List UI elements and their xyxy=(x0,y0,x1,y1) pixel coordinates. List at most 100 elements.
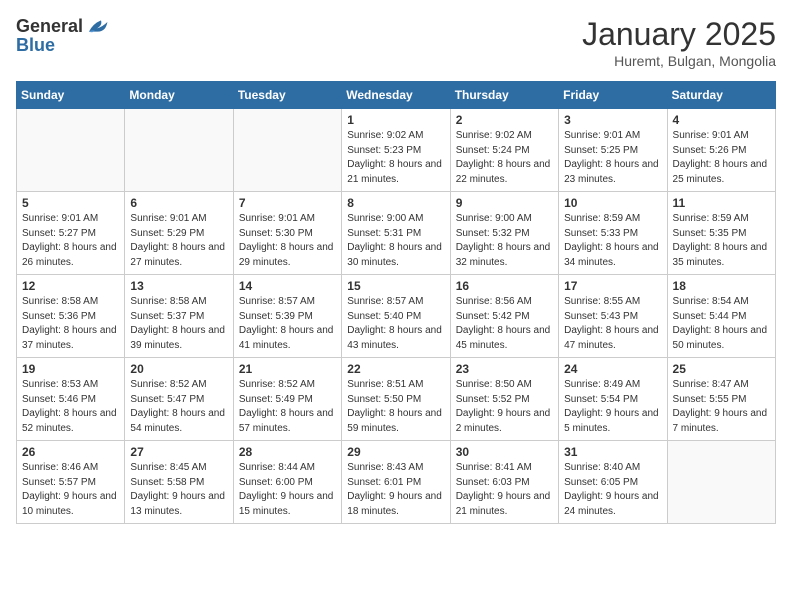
calendar-cell: 1Sunrise: 9:02 AM Sunset: 5:23 PM Daylig… xyxy=(342,109,450,192)
day-number: 21 xyxy=(239,362,336,376)
day-number: 15 xyxy=(347,279,444,293)
day-info: Sunrise: 8:58 AM Sunset: 5:36 PM Dayligh… xyxy=(22,295,119,353)
day-number: 6 xyxy=(130,196,227,210)
day-number: 3 xyxy=(564,113,661,127)
day-info: Sunrise: 9:01 AM Sunset: 5:27 PM Dayligh… xyxy=(22,212,119,270)
day-info: Sunrise: 8:59 AM Sunset: 5:35 PM Dayligh… xyxy=(673,212,770,270)
day-number: 22 xyxy=(347,362,444,376)
logo-bird-icon xyxy=(85,16,109,36)
day-info: Sunrise: 8:53 AM Sunset: 5:46 PM Dayligh… xyxy=(22,378,119,436)
day-info: Sunrise: 8:51 AM Sunset: 5:50 PM Dayligh… xyxy=(347,378,444,436)
calendar-cell: 7 Sunrise: 9:01 AM Sunset: 5:30 PM Daylig… xyxy=(233,192,341,275)
title-block: January 2025 Huremt, Bulgan, Mongolia xyxy=(582,16,776,69)
day-number: 13 xyxy=(130,279,227,293)
day-info: Sunrise: 8:45 AM Sunset: 5:58 PM Dayligh… xyxy=(130,461,227,519)
day-number: 4 xyxy=(673,113,770,127)
calendar-cell: 21 Sunrise: 8:52 AM Sunset: 5:49 PM Dayli… xyxy=(233,358,341,441)
calendar-cell: 3 Sunrise: 9:01 AM Sunset: 5:25 PM Daylig… xyxy=(559,109,667,192)
day-number: 31 xyxy=(564,445,661,459)
calendar-cell: 28 Sunrise: 8:44 AM Sunset: 6:00 PM Dayli… xyxy=(233,441,341,524)
calendar-cell xyxy=(125,109,233,192)
day-info: Sunrise: 8:46 AM Sunset: 5:57 PM Dayligh… xyxy=(22,461,119,519)
day-number: 17 xyxy=(564,279,661,293)
day-number: 18 xyxy=(673,279,770,293)
day-info: Sunrise: 8:49 AM Sunset: 5:54 PM Dayligh… xyxy=(564,378,661,436)
day-number: 28 xyxy=(239,445,336,459)
day-info: Sunrise: 8:57 AM Sunset: 5:40 PM Dayligh… xyxy=(347,295,444,353)
day-number: 16 xyxy=(456,279,553,293)
month-title: January 2025 xyxy=(582,16,776,53)
calendar-cell xyxy=(17,109,125,192)
day-number: 19 xyxy=(22,362,119,376)
weekday-header-wednesday: Wednesday xyxy=(342,82,450,109)
location-title: Huremt, Bulgan, Mongolia xyxy=(582,53,776,69)
calendar-cell: 5 Sunrise: 9:01 AM Sunset: 5:27 PM Daylig… xyxy=(17,192,125,275)
day-number: 23 xyxy=(456,362,553,376)
day-number: 9 xyxy=(456,196,553,210)
calendar-cell: 23 Sunrise: 8:50 AM Sunset: 5:52 PM Dayli… xyxy=(450,358,558,441)
day-number: 2 xyxy=(456,113,553,127)
day-number: 14 xyxy=(239,279,336,293)
weekday-header-thursday: Thursday xyxy=(450,82,558,109)
calendar-cell: 13Sunrise: 8:58 AM Sunset: 5:37 PM Dayli… xyxy=(125,275,233,358)
day-info: Sunrise: 9:02 AM Sunset: 5:24 PM Dayligh… xyxy=(456,129,553,187)
calendar-cell: 26Sunrise: 8:46 AM Sunset: 5:57 PM Dayli… xyxy=(17,441,125,524)
calendar-cell: 18 Sunrise: 8:54 AM Sunset: 5:44 PM Dayli… xyxy=(667,275,775,358)
calendar-cell: 29Sunrise: 8:43 AM Sunset: 6:01 PM Dayli… xyxy=(342,441,450,524)
week-row-5: 26Sunrise: 8:46 AM Sunset: 5:57 PM Dayli… xyxy=(17,441,776,524)
day-info: Sunrise: 9:00 AM Sunset: 5:32 PM Dayligh… xyxy=(456,212,553,270)
day-number: 25 xyxy=(673,362,770,376)
calendar-cell xyxy=(233,109,341,192)
day-number: 30 xyxy=(456,445,553,459)
calendar-cell: 25 Sunrise: 8:47 AM Sunset: 5:55 PM Dayli… xyxy=(667,358,775,441)
week-row-1: 1Sunrise: 9:02 AM Sunset: 5:23 PM Daylig… xyxy=(17,109,776,192)
calendar-cell: 17 Sunrise: 8:55 AM Sunset: 5:43 PM Dayli… xyxy=(559,275,667,358)
week-row-3: 12 Sunrise: 8:58 AM Sunset: 5:36 PM Dayli… xyxy=(17,275,776,358)
calendar-cell: 4 Sunrise: 9:01 AM Sunset: 5:26 PM Daylig… xyxy=(667,109,775,192)
weekday-header-sunday: Sunday xyxy=(17,82,125,109)
calendar-cell: 14Sunrise: 8:57 AM Sunset: 5:39 PM Dayli… xyxy=(233,275,341,358)
calendar-cell: 24Sunrise: 8:49 AM Sunset: 5:54 PM Dayli… xyxy=(559,358,667,441)
day-info: Sunrise: 9:01 AM Sunset: 5:26 PM Dayligh… xyxy=(673,129,770,187)
day-number: 27 xyxy=(130,445,227,459)
day-info: Sunrise: 8:41 AM Sunset: 6:03 PM Dayligh… xyxy=(456,461,553,519)
logo-blue: Blue xyxy=(16,36,109,54)
calendar-cell: 6 Sunrise: 9:01 AM Sunset: 5:29 PM Daylig… xyxy=(125,192,233,275)
day-info: Sunrise: 9:01 AM Sunset: 5:25 PM Dayligh… xyxy=(564,129,661,187)
calendar-cell: 20Sunrise: 8:52 AM Sunset: 5:47 PM Dayli… xyxy=(125,358,233,441)
calendar-table: SundayMondayTuesdayWednesdayThursdayFrid… xyxy=(16,81,776,524)
calendar-cell: 31 Sunrise: 8:40 AM Sunset: 6:05 PM Dayli… xyxy=(559,441,667,524)
calendar-cell: 12 Sunrise: 8:58 AM Sunset: 5:36 PM Dayli… xyxy=(17,275,125,358)
day-info: Sunrise: 8:52 AM Sunset: 5:49 PM Dayligh… xyxy=(239,378,336,436)
day-number: 1 xyxy=(347,113,444,127)
calendar-cell: 9 Sunrise: 9:00 AM Sunset: 5:32 PM Daylig… xyxy=(450,192,558,275)
day-info: Sunrise: 8:47 AM Sunset: 5:55 PM Dayligh… xyxy=(673,378,770,436)
day-info: Sunrise: 9:01 AM Sunset: 5:30 PM Dayligh… xyxy=(239,212,336,270)
day-info: Sunrise: 8:44 AM Sunset: 6:00 PM Dayligh… xyxy=(239,461,336,519)
day-info: Sunrise: 8:59 AM Sunset: 5:33 PM Dayligh… xyxy=(564,212,661,270)
week-row-2: 5 Sunrise: 9:01 AM Sunset: 5:27 PM Daylig… xyxy=(17,192,776,275)
week-row-4: 19 Sunrise: 8:53 AM Sunset: 5:46 PM Dayli… xyxy=(17,358,776,441)
day-number: 12 xyxy=(22,279,119,293)
day-info: Sunrise: 8:52 AM Sunset: 5:47 PM Dayligh… xyxy=(130,378,227,436)
day-info: Sunrise: 8:55 AM Sunset: 5:43 PM Dayligh… xyxy=(564,295,661,353)
day-number: 5 xyxy=(22,196,119,210)
day-info: Sunrise: 8:54 AM Sunset: 5:44 PM Dayligh… xyxy=(673,295,770,353)
day-number: 29 xyxy=(347,445,444,459)
day-info: Sunrise: 9:01 AM Sunset: 5:29 PM Dayligh… xyxy=(130,212,227,270)
day-number: 8 xyxy=(347,196,444,210)
page-header: General Blue January 2025 Huremt, Bulgan… xyxy=(16,16,776,69)
day-info: Sunrise: 8:56 AM Sunset: 5:42 PM Dayligh… xyxy=(456,295,553,353)
day-number: 11 xyxy=(673,196,770,210)
logo-general: General xyxy=(16,16,109,36)
calendar-cell: 15 Sunrise: 8:57 AM Sunset: 5:40 PM Dayli… xyxy=(342,275,450,358)
weekday-header-saturday: Saturday xyxy=(667,82,775,109)
day-info: Sunrise: 8:40 AM Sunset: 6:05 PM Dayligh… xyxy=(564,461,661,519)
calendar-cell xyxy=(667,441,775,524)
calendar-cell: 19 Sunrise: 8:53 AM Sunset: 5:46 PM Dayli… xyxy=(17,358,125,441)
weekday-header-friday: Friday xyxy=(559,82,667,109)
day-number: 10 xyxy=(564,196,661,210)
day-number: 7 xyxy=(239,196,336,210)
logo: General Blue xyxy=(16,16,109,54)
day-info: Sunrise: 8:50 AM Sunset: 5:52 PM Dayligh… xyxy=(456,378,553,436)
